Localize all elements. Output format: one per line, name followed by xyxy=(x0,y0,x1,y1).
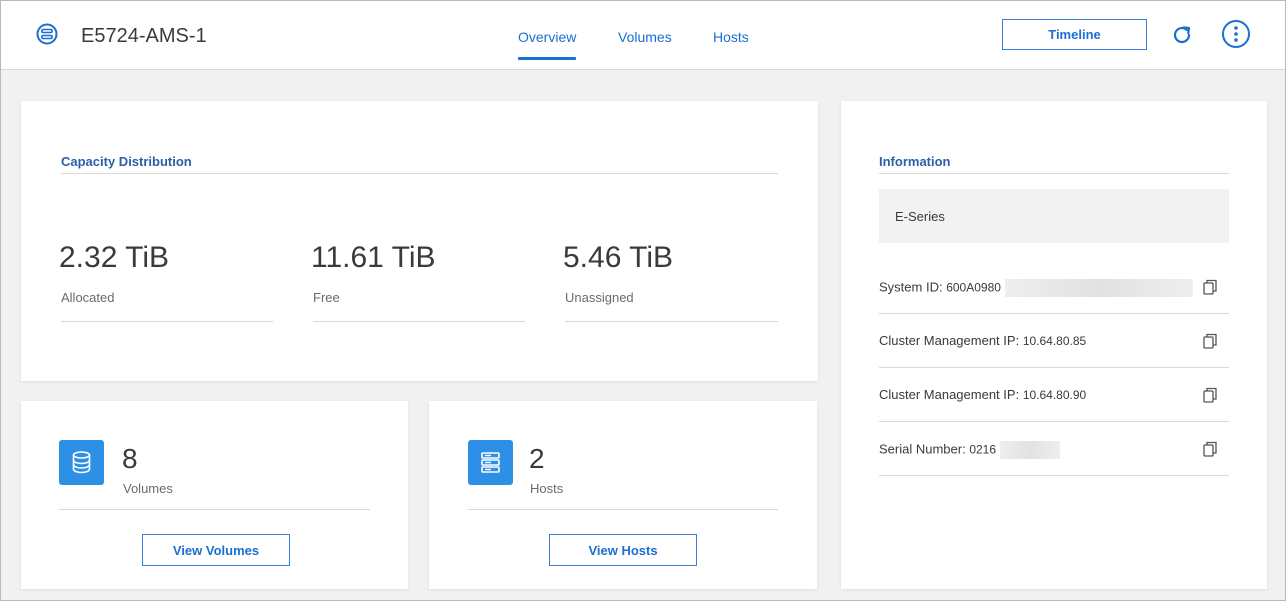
divider xyxy=(879,173,1229,174)
unassigned-value: 5.46 TiB xyxy=(563,241,674,274)
info-row-mgmt-ip-2: Cluster Management IP: 10.64.80.90 xyxy=(879,387,1229,441)
more-options-icon[interactable] xyxy=(1221,19,1251,49)
volumes-count: 8 xyxy=(122,443,138,474)
unassigned-label: Unassigned xyxy=(565,290,634,305)
allocated-label: Allocated xyxy=(61,290,115,305)
top-header: E5724-AMS-1 Overview Volumes Hosts Timel… xyxy=(1,1,1285,70)
divider xyxy=(313,321,525,322)
refresh-icon[interactable] xyxy=(1170,23,1194,47)
hosts-card: 2 Hosts View Hosts xyxy=(429,401,817,589)
divider xyxy=(565,321,778,322)
allocated-value: 2.32 TiB xyxy=(59,241,170,274)
database-icon xyxy=(72,451,91,474)
tab-hosts[interactable]: Hosts xyxy=(713,29,749,45)
system-type: E-Series xyxy=(895,209,945,224)
mgmt-ip-value: 10.64.80.85 xyxy=(1022,334,1087,348)
free-value: 11.61 TiB xyxy=(311,241,436,274)
divider xyxy=(879,421,1229,422)
view-hosts-button[interactable]: View Hosts xyxy=(549,534,697,566)
capacity-title: Capacity Distribution xyxy=(61,154,192,169)
mgmt-ip-label: Cluster Management IP: xyxy=(879,387,1020,402)
divider xyxy=(61,173,778,174)
view-volumes-button[interactable]: View Volumes xyxy=(142,534,290,566)
system-name: E5724-AMS-1 xyxy=(81,25,207,47)
copy-icon[interactable] xyxy=(1203,279,1217,295)
mgmt-ip-label: Cluster Management IP: xyxy=(879,333,1020,348)
information-card: Information E-Series System ID: 600A0980… xyxy=(841,101,1267,589)
serial-number-value: 0216 xyxy=(969,442,997,457)
copy-icon[interactable] xyxy=(1203,387,1217,403)
redacted-block xyxy=(1004,279,1193,297)
storage-system-icon xyxy=(36,23,58,45)
tab-overview[interactable]: Overview xyxy=(518,29,577,60)
mgmt-ip-value: 10.64.80.90 xyxy=(1022,388,1087,402)
information-title: Information xyxy=(879,154,951,169)
server-icon-tile xyxy=(468,440,513,485)
copy-icon[interactable] xyxy=(1203,441,1217,457)
copy-icon[interactable] xyxy=(1203,333,1217,349)
info-row-mgmt-ip-1: Cluster Management IP: 10.64.80.85 xyxy=(879,333,1229,387)
divider xyxy=(59,509,370,510)
tab-volumes[interactable]: Volumes xyxy=(618,29,672,45)
serial-number-label: Serial Number: xyxy=(879,441,966,457)
volumes-card: 8 Volumes View Volumes xyxy=(21,401,408,589)
system-id-label: System ID: xyxy=(879,279,943,295)
hosts-count: 2 xyxy=(529,443,545,474)
redacted-block xyxy=(999,441,1060,459)
app-frame: E5724-AMS-1 Overview Volumes Hosts Timel… xyxy=(0,0,1286,601)
info-row-serial-number: Serial Number: 0216 xyxy=(879,441,1229,495)
divider xyxy=(468,509,778,510)
divider xyxy=(61,321,273,322)
hosts-label: Hosts xyxy=(530,481,564,496)
divider xyxy=(879,475,1229,476)
volumes-label: Volumes xyxy=(123,481,173,496)
database-icon-tile xyxy=(59,440,104,485)
divider xyxy=(879,313,1229,314)
divider xyxy=(879,367,1229,368)
capacity-card: Capacity Distribution 2.32 TiB Allocated… xyxy=(21,101,818,381)
timeline-button[interactable]: Timeline xyxy=(1002,19,1147,50)
server-icon xyxy=(481,452,500,473)
system-type-box: E-Series xyxy=(879,189,1229,243)
system-id-value: 600A0980 xyxy=(946,280,1001,295)
info-row-system-id: System ID: 600A0980 xyxy=(879,279,1229,333)
free-label: Free xyxy=(313,290,340,305)
